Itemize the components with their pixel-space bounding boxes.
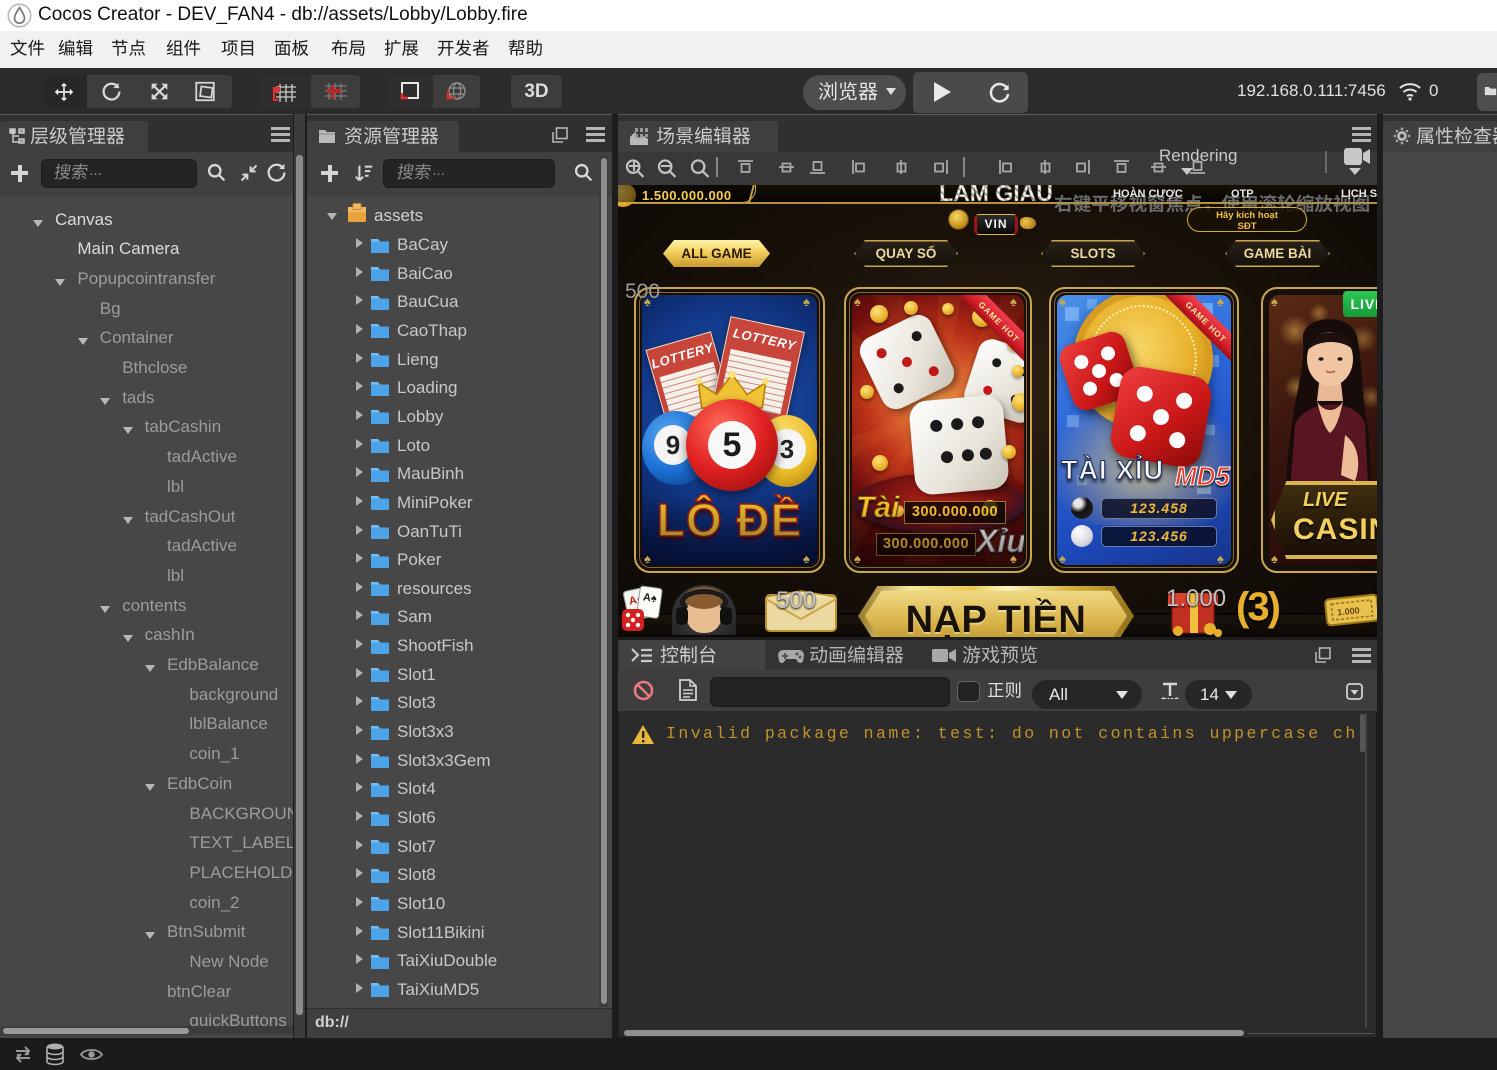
svg-text:A♠: A♠ [642,591,657,605]
